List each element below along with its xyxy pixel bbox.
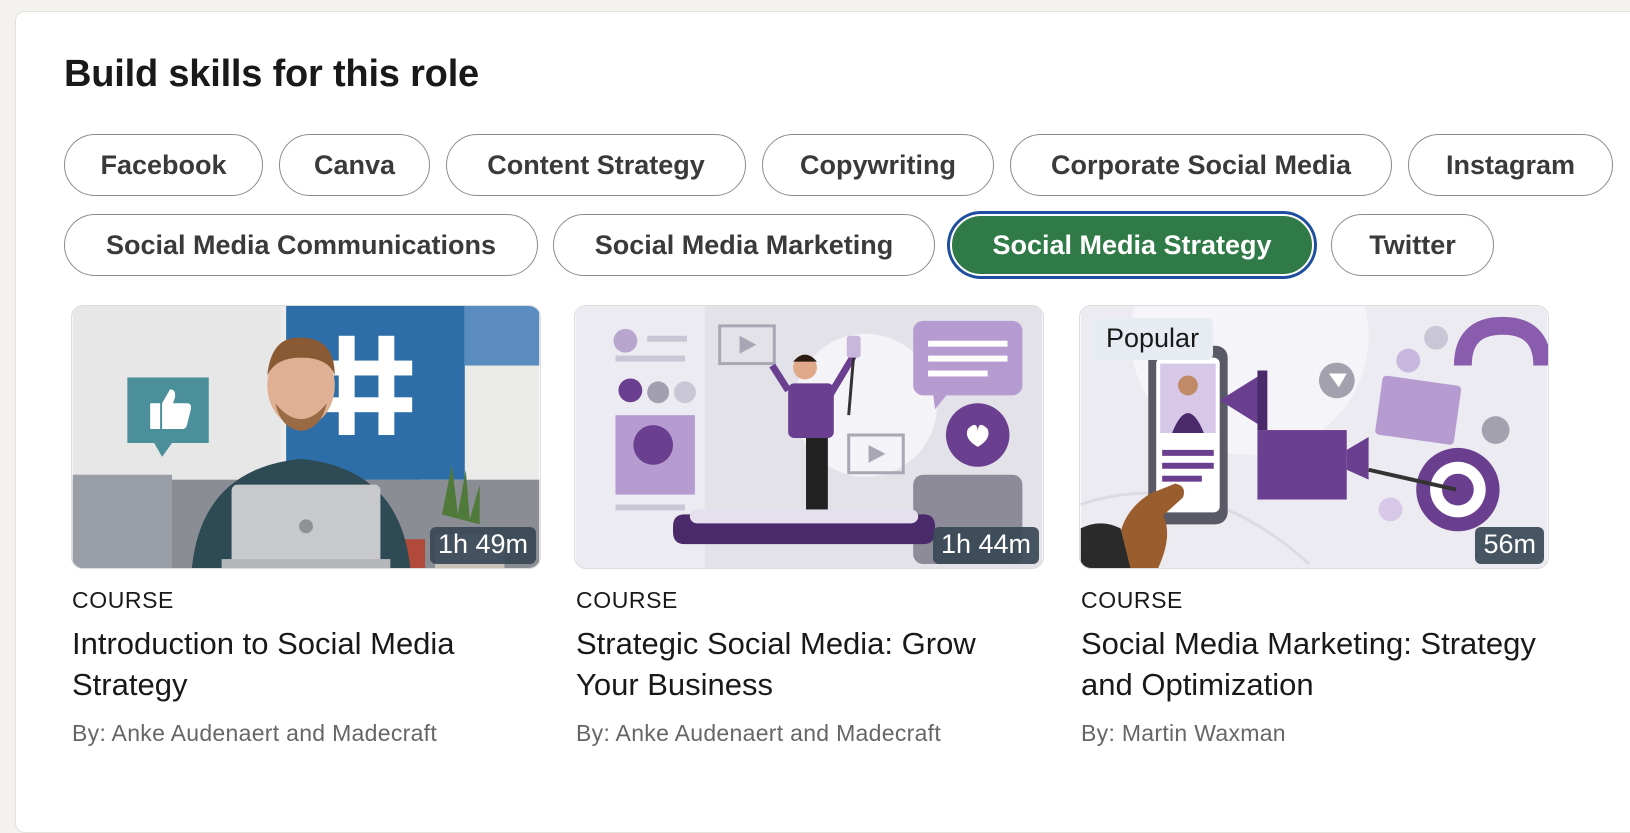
skill-pill-content-strategy[interactable]: Content Strategy [446, 134, 746, 196]
skill-pill-social-media-strategy[interactable]: Social Media Strategy [950, 214, 1314, 276]
course-type-label: COURSE [1081, 587, 1184, 613]
skill-pill-instagram[interactable]: Instagram [1408, 134, 1613, 196]
skill-pill-social-media-marketing[interactable]: Social Media Marketing [553, 214, 935, 276]
popular-badge: Popular [1092, 318, 1214, 360]
course-type-label: COURSE [576, 587, 679, 613]
course-thumbnail[interactable]: Popular 56m [1079, 305, 1549, 569]
course-duration: 56m [1475, 527, 1544, 564]
skill-pill-facebook[interactable]: Facebook [64, 134, 263, 196]
course-duration: 1h 44m [932, 527, 1039, 564]
course-thumbnail[interactable]: 1h 44m [574, 305, 1044, 569]
skill-pill-copywriting[interactable]: Copywriting [762, 134, 994, 196]
skill-pill-canva[interactable]: Canva [279, 134, 430, 196]
course-type-label: COURSE [72, 587, 175, 613]
skill-pill-corporate-social-media[interactable]: Corporate Social Media [1010, 134, 1392, 196]
course-thumbnail[interactable]: 1h 49m [71, 305, 541, 569]
course-author: By: Anke Audenaert and Madecraft [576, 720, 942, 746]
course-author: By: Martin Waxman [1081, 720, 1286, 746]
course-title-link[interactable]: Strategic Social Media: Grow Your Busine… [576, 623, 1036, 705]
skill-pill-twitter[interactable]: Twitter [1331, 214, 1494, 276]
course-duration: 1h 49m [429, 527, 536, 564]
course-title-link[interactable]: Social Media Marketing: Strategy and Opt… [1081, 623, 1541, 705]
skill-pill-social-media-communications[interactable]: Social Media Communications [64, 214, 538, 276]
section-heading: Build skills for this role [64, 53, 479, 95]
course-author: By: Anke Audenaert and Madecraft [72, 720, 438, 746]
course-title-link[interactable]: Introduction to Social Media Strategy [72, 623, 532, 705]
